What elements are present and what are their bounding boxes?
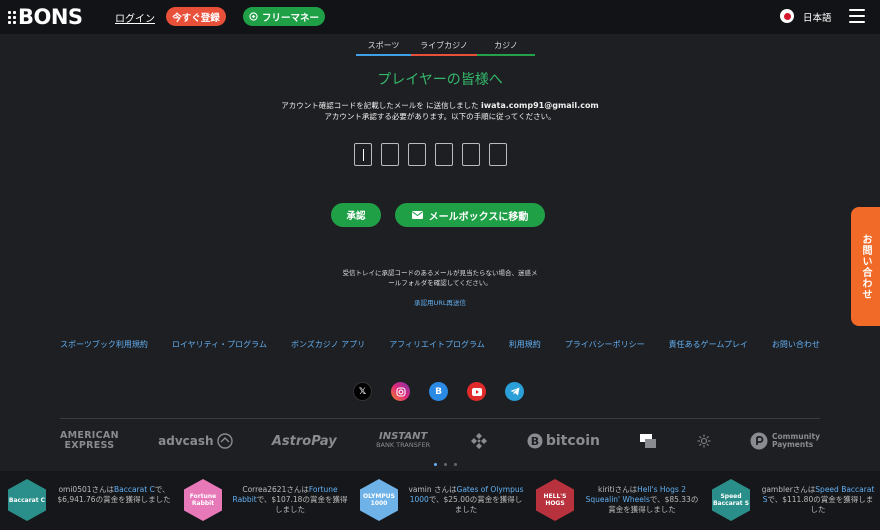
verification-message: アカウント確認コードを記載したメールを に送信しました iwata.comp91… <box>0 100 880 122</box>
footer-links: スポーツブック利用規約 ロイヤリティ・プログラム ボンズカジノ アプリ アフィリ… <box>60 339 820 350</box>
email-address: iwata.comp91@gmail.com <box>480 101 599 110</box>
confirm-label: 承認 <box>346 211 366 222</box>
american-express-logo: AMERICAN EXPRESS <box>60 431 119 451</box>
code-digit-2[interactable] <box>381 143 399 166</box>
top-navigation-bar: BONS ログイン 今すぐ登録 フリーマネー 日本語 <box>0 0 880 34</box>
page-title: プレイヤーの皆様へ <box>377 72 503 88</box>
carousel-dot[interactable] <box>434 463 437 466</box>
carousel-dot[interactable] <box>444 463 447 466</box>
confirm-button[interactable]: 承認 <box>331 203 381 227</box>
community-line2: Payments <box>771 440 814 449</box>
advcash-logo: advcash <box>158 433 233 449</box>
footer-link-app[interactable]: ボンズカジノ アプリ <box>291 339 365 350</box>
footer-link-terms[interactable]: 利用規約 <box>509 339 541 350</box>
win-item[interactable]: OLYMPUS 1000 vamin さんはGates of Olympus 1… <box>352 471 528 530</box>
free-money-label: フリーマネー <box>261 12 319 24</box>
win-item[interactable]: Baccarat C omi0501さんはBaccarat Cで、$6,941.… <box>0 471 176 530</box>
code-digit-1[interactable] <box>354 143 372 166</box>
win-text: Correa2621さんはFortune Rabbitで、$107.18の賞金を… <box>232 485 348 514</box>
bitcoin-logo: B bitcoin <box>527 433 600 449</box>
go-to-mailbox-button[interactable]: メールボックスに移動 <box>395 203 545 227</box>
game-thumbnail: Fortune Rabbit <box>184 479 222 521</box>
envelope-icon <box>411 211 423 219</box>
bitcoin-icon: B <box>527 433 543 449</box>
bons-icon[interactable]: B <box>429 382 448 401</box>
win-text: omi0501さんはBaccarat Cで、$6,941.76の賞金を獲得しまし… <box>57 485 171 504</box>
message-line2: アカウント承認する必要があります。以下の手順に従ってください。 <box>324 112 556 121</box>
coin-icon <box>249 12 258 21</box>
spam-folder-hint: 受信トレイに承認コードのあるメールが見当たらない場合、迷惑メ ールフォルダを確認… <box>0 268 880 288</box>
bons-logo[interactable]: BONS <box>8 5 83 29</box>
instant-line2: BANK TRANSFER <box>376 441 431 449</box>
game-thumbnail: HELL'S HOGS <box>536 479 574 521</box>
code-digit-4[interactable] <box>435 143 453 166</box>
contact-us-tab[interactable]: お問い合わせ <box>851 207 880 326</box>
free-money-button[interactable]: フリーマネー <box>243 7 325 26</box>
astropay-logo: AstroPay <box>271 433 337 449</box>
win-item[interactable]: HELL'S HOGS kiritiさんはHell's Hogs 2 Squea… <box>528 471 704 530</box>
code-digit-3[interactable] <box>408 143 426 166</box>
mailbox-label: メールボックスに移動 <box>428 211 529 223</box>
code-digit-6[interactable] <box>489 143 507 166</box>
binance-icon <box>470 432 488 450</box>
carousel-dot[interactable] <box>454 463 457 466</box>
code-digit-5[interactable] <box>462 143 480 166</box>
tab-casino[interactable]: カジノ <box>477 38 535 56</box>
sun-logo-icon <box>697 434 711 448</box>
bitcoin-text: bitcoin <box>545 433 601 449</box>
win-text: gamblerさんはSpeed Baccarat Sで、$111.80の賞金を獲… <box>761 485 875 514</box>
game-thumbnail: OLYMPUS 1000 <box>360 479 398 521</box>
footer-link-sportsbook-terms[interactable]: スポーツブック利用規約 <box>60 339 148 350</box>
telegram-icon[interactable] <box>505 382 524 401</box>
community-payments-icon <box>750 432 768 450</box>
advcash-text: advcash <box>158 434 214 448</box>
footer-link-responsible-gaming[interactable]: 責任あるゲームプレイ <box>669 339 748 350</box>
amex-line2: EXPRESS <box>64 440 115 451</box>
footer-link-loyalty[interactable]: ロイヤリティ・プログラム <box>172 339 267 350</box>
game-thumbnail: Baccarat C <box>8 479 46 521</box>
payment-methods: AMERICAN EXPRESS advcash AstroPay INSTAN… <box>60 428 820 454</box>
verification-code-inputs <box>354 143 507 166</box>
win-text: vamin さんはGates of Olympus 1000で、$25.00の賞… <box>408 485 524 514</box>
recent-wins-feed: Baccarat C omi0501さんはBaccarat Cで、$6,941.… <box>0 471 880 530</box>
bank-card-icon <box>639 433 657 449</box>
footer-link-affiliate[interactable]: アフィリエイトプログラム <box>389 339 485 350</box>
hint-line2: ールフォルダを確認してください。 <box>388 279 492 287</box>
logo-text: BONS <box>18 5 83 29</box>
category-tabs: スポーツ ライブカジノ カジノ <box>356 38 535 56</box>
hint-line1: 受信トレイに承認コードのあるメールが見当たらない場合、迷惑メ <box>342 269 538 277</box>
footer-divider <box>60 418 820 419</box>
register-label: 今すぐ登録 <box>172 12 220 24</box>
carousel-dots <box>434 463 457 466</box>
login-link[interactable]: ログイン <box>115 10 155 25</box>
instant-bank-transfer-logo: INSTANT BANK TRANSFER <box>376 432 430 450</box>
language-selector[interactable]: 日本語 <box>803 10 832 24</box>
contact-tab-label: お問い合わせ <box>860 233 871 300</box>
logo-mark <box>8 10 16 24</box>
footer-link-privacy[interactable]: プライバシーポリシー <box>565 339 645 350</box>
advcash-mark-icon <box>216 433 233 449</box>
instagram-icon[interactable] <box>391 382 410 401</box>
social-links: 𝕏 B <box>353 382 524 401</box>
svg-text:B: B <box>531 435 539 448</box>
community-payments-logo: Community Payments <box>750 432 820 450</box>
resend-link[interactable]: 承認用URL再送信 <box>0 297 880 307</box>
instant-line1: INSTANT <box>379 431 428 442</box>
game-thumbnail: Speed Baccarat S <box>712 479 750 521</box>
win-item[interactable]: Speed Baccarat S gamblerさんはSpeed Baccara… <box>704 471 880 530</box>
japan-flag-icon[interactable] <box>780 9 794 23</box>
win-text: kiritiさんはHell's Hogs 2 Squealin' Wheelsで… <box>585 485 699 514</box>
register-button[interactable]: 今すぐ登録 <box>166 7 226 26</box>
tab-live-casino[interactable]: ライブカジノ <box>411 38 477 56</box>
footer-link-contact[interactable]: お問い合わせ <box>772 339 820 350</box>
x-icon[interactable]: 𝕏 <box>353 382 372 401</box>
win-item[interactable]: Fortune Rabbit Correa2621さんはFortune Rabb… <box>176 471 352 530</box>
message-line1: アカウント確認コードを記載したメールを に送信しました <box>281 101 479 110</box>
tab-sports[interactable]: スポーツ <box>356 38 411 56</box>
hamburger-menu-icon[interactable] <box>849 9 865 23</box>
youtube-icon[interactable] <box>467 382 486 401</box>
